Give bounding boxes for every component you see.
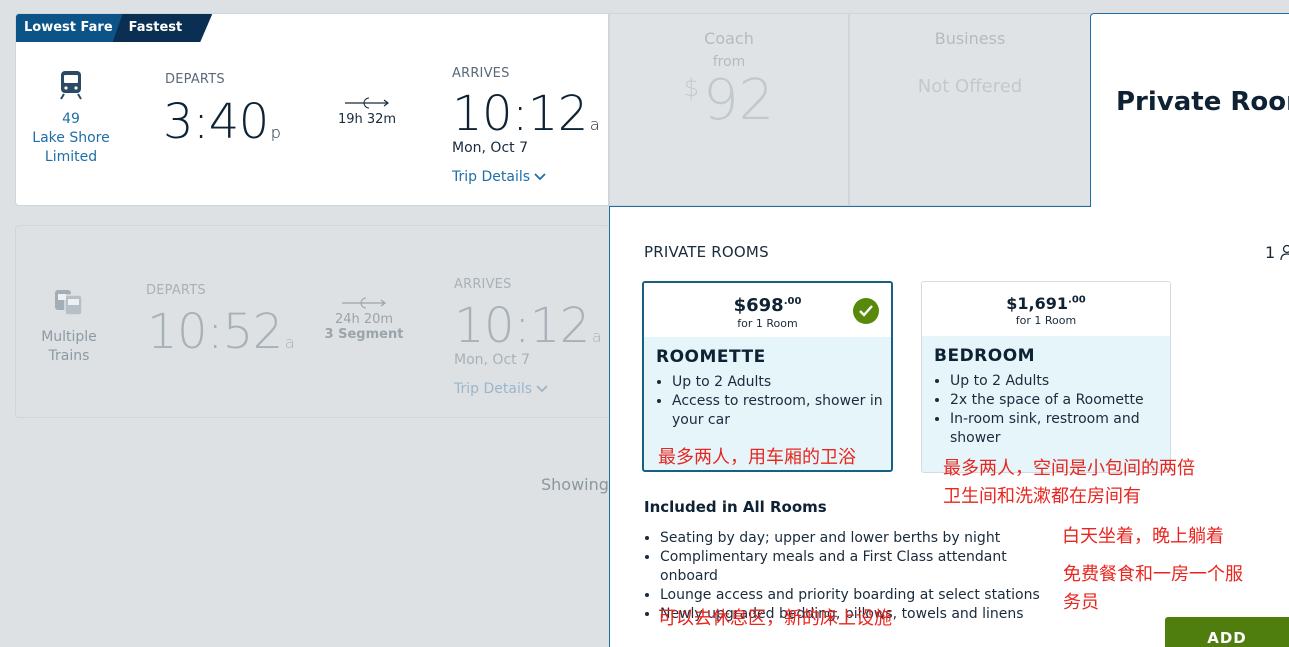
train-icon: [60, 71, 82, 100]
fare-business-status: Not Offered: [917, 76, 1023, 97]
tab-connector: [1091, 205, 1289, 208]
annotation-lounge: 可以去休息区，新的床上设施: [658, 608, 892, 629]
selected-check-icon: [853, 298, 879, 324]
room-quantity-label: for 1 Room: [1015, 314, 1077, 327]
fare-coach-price: $92: [683, 68, 775, 133]
fare-coach[interactable]: Coach from $92: [609, 13, 849, 206]
duration-text: 24h 20m: [334, 312, 394, 327]
train-name-line2[interactable]: Limited: [26, 148, 116, 167]
train-number[interactable]: 49: [26, 110, 116, 129]
room-price: $1,691.00: [1006, 294, 1086, 313]
room-quantity-label: for 1 Room: [737, 317, 798, 330]
fastest-badge: Fastest: [113, 14, 213, 42]
departs-label: DEPARTS: [146, 283, 206, 298]
train-info: Multiple Trains: [31, 288, 107, 366]
chevron-down-icon: [534, 173, 547, 181]
fare-private-room[interactable]: Private Room: [1090, 13, 1289, 208]
room-feature: Access to restroom, shower in your car: [672, 392, 883, 430]
annotation-bedroom-1: 最多两人，空间是小包间的两倍: [943, 458, 1195, 479]
trip-duration: 24h 20m 3 Segment: [324, 296, 404, 342]
lowest-fare-badge: Lowest Fare: [16, 14, 123, 42]
annotation-meals-2: 务员: [1063, 592, 1099, 613]
room-feature: Up to 2 Adults: [672, 373, 883, 392]
annotation-roomette: 最多两人，用车厢的卫浴: [658, 447, 856, 468]
multiple-trains-icon: [55, 290, 83, 316]
fare-coach-name: Coach: [704, 29, 754, 48]
arrives-label: ARRIVES: [452, 66, 510, 81]
fare-badges: Lowest Fare Fastest: [16, 14, 212, 42]
arrives-time: 10:12 a: [454, 298, 602, 354]
departs-time: 10:52 a: [147, 304, 295, 360]
departs-label: DEPARTS: [165, 72, 225, 87]
person-icon: [1280, 244, 1289, 261]
room-feature: 2x the space of a Roomette: [950, 391, 1162, 410]
train-card-lake-shore[interactable]: Lowest Fare Fastest 49 Lake Shore Limite…: [15, 13, 609, 206]
included-item: Seating by day; upper and lower berths b…: [660, 529, 1060, 548]
chevron-down-icon: [536, 385, 549, 393]
trip-details-link[interactable]: Trip Details: [452, 169, 547, 185]
train-name-line1: Multiple: [41, 329, 97, 345]
results-count-text: Showing: [541, 475, 609, 494]
train-name-line1[interactable]: Lake Shore: [26, 129, 116, 148]
annotation-bedroom-2: 卫生间和洗漱都在房间有: [943, 486, 1141, 507]
arrives-label: ARRIVES: [454, 277, 512, 292]
room-name: BEDROOM: [934, 346, 1036, 366]
train-name-line2: Trains: [48, 348, 90, 364]
included-item: Lounge access and priority boarding at s…: [660, 586, 1060, 605]
room-feature: In-room sink, restroom and shower: [950, 410, 1162, 448]
annotation-seating: 白天坐着，晚上躺着: [1062, 526, 1224, 547]
duration-text: 19h 32m: [337, 112, 397, 127]
arrives-date: Mon, Oct 7: [452, 140, 528, 156]
train-card-multiple[interactable]: Multiple Trains DEPARTS 10:52 a 24h 20m 3…: [15, 225, 611, 418]
included-title: Included in All Rooms: [644, 498, 827, 516]
trip-details-link[interactable]: Trip Details: [454, 381, 549, 397]
panel-title: PRIVATE ROOMS: [644, 243, 769, 261]
arrives-time: 10:12 a: [452, 86, 600, 142]
trip-duration: 19h 32m: [327, 96, 407, 127]
room-name: ROOMETTE: [656, 347, 766, 367]
segment-count[interactable]: 3 Segment: [324, 327, 404, 342]
traveler-count[interactable]: 1: [1265, 243, 1289, 262]
overnight-arrow-icon: [342, 297, 386, 309]
included-item: Complimentary meals and a First Class at…: [660, 548, 1060, 586]
room-option-bedroom[interactable]: $1,691.00 for 1 Room BEDROOM Up to 2 Adu…: [921, 281, 1171, 473]
arrives-date: Mon, Oct 7: [454, 352, 530, 368]
fare-business: Business Not Offered: [849, 13, 1091, 206]
add-button[interactable]: ADD: [1165, 617, 1289, 647]
departs-time: 3:40 p: [163, 94, 281, 150]
fare-business-name: Business: [934, 29, 1006, 48]
room-feature: Up to 2 Adults: [950, 372, 1162, 391]
fare-private-room-name: Private Room: [1116, 87, 1289, 117]
overnight-arrow-icon: [345, 97, 389, 109]
annotation-meals-1: 免费餐食和一房一个服: [1063, 564, 1243, 585]
train-info: 49 Lake Shore Limited: [26, 70, 116, 167]
